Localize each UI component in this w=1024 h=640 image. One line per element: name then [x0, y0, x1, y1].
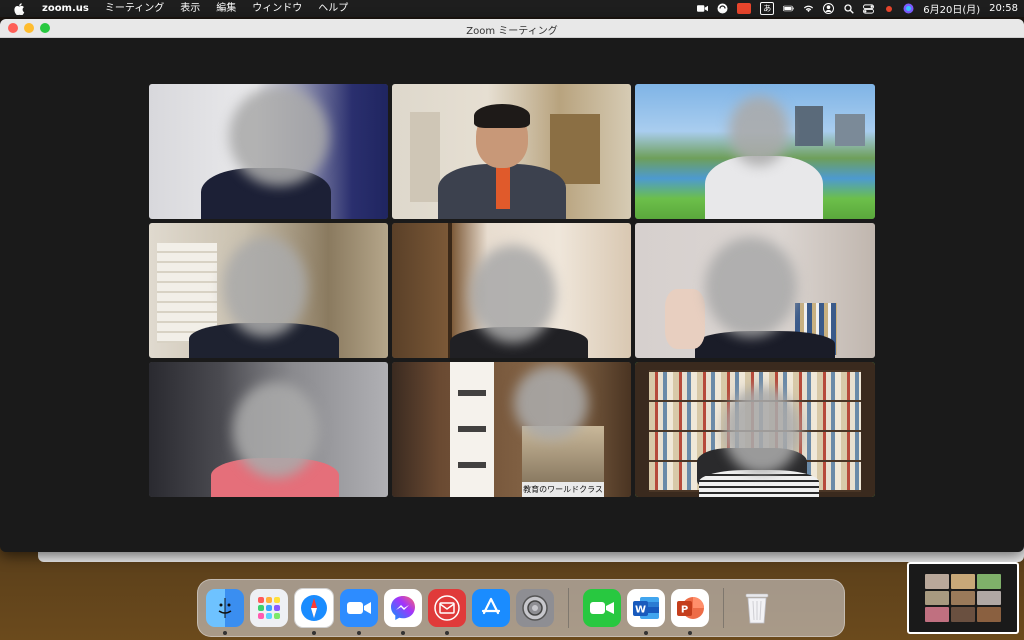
- word-icon[interactable]: W: [627, 589, 665, 635]
- dock-separator: [568, 588, 569, 628]
- input-method-icon[interactable]: あ: [760, 2, 775, 15]
- launchpad-icon[interactable]: [250, 589, 288, 627]
- zoom-icon[interactable]: [340, 589, 378, 635]
- menu-time[interactable]: 20:58: [989, 3, 1018, 14]
- svg-text:W: W: [635, 605, 646, 616]
- menu-help[interactable]: ヘルプ: [310, 0, 356, 17]
- menu-window[interactable]: ウィンドウ: [244, 0, 310, 17]
- menu-meeting[interactable]: ミーティング: [97, 0, 172, 17]
- messenger-icon[interactable]: [384, 589, 422, 635]
- screenshot-tray-icon[interactable]: [737, 3, 752, 14]
- participant-video-tile-8[interactable]: 教育のワールドクラス: [392, 362, 631, 497]
- participant-video-tile-2[interactable]: [392, 84, 631, 219]
- apple-menu-icon[interactable]: [12, 2, 26, 16]
- wifi-icon[interactable]: [803, 4, 814, 13]
- gallery-view-grid: 教育のワールドクラス: [149, 84, 875, 497]
- svg-text:P: P: [681, 605, 688, 616]
- menu-edit[interactable]: 編集: [208, 0, 244, 17]
- siri-icon[interactable]: [903, 3, 914, 14]
- zoom-video-tray-icon[interactable]: [697, 4, 709, 13]
- powerpoint-icon[interactable]: P: [671, 589, 709, 635]
- participant-video-tile-9-active-speaker[interactable]: [635, 362, 875, 497]
- window-title: Zoom ミーティング: [466, 26, 558, 37]
- participant-video-tile-4[interactable]: [149, 223, 388, 358]
- record-indicator-icon: [883, 4, 894, 13]
- mail-icon[interactable]: [428, 589, 466, 635]
- dock: W P: [197, 579, 845, 637]
- spotlight-search-icon[interactable]: [843, 3, 854, 14]
- menu-view[interactable]: 表示: [172, 0, 208, 17]
- app-store-icon[interactable]: [472, 589, 510, 627]
- zoom-meeting-window: Zoom ミーティング 教育のワールドクラス: [0, 19, 1024, 552]
- participant-video-tile-7[interactable]: [149, 362, 388, 497]
- participant-video-tile-5[interactable]: [392, 223, 631, 358]
- finder-icon[interactable]: [206, 589, 244, 635]
- system-settings-icon[interactable]: [516, 589, 554, 627]
- screenshot-thumbnail-preview[interactable]: [907, 562, 1019, 634]
- sync-tray-icon[interactable]: [717, 3, 728, 14]
- safari-icon[interactable]: [294, 588, 334, 635]
- dock-separator-2: [723, 588, 724, 628]
- menu-app-name[interactable]: zoom.us: [34, 0, 97, 17]
- battery-icon[interactable]: [783, 4, 794, 13]
- trash-icon[interactable]: [738, 589, 776, 627]
- user-account-icon[interactable]: [823, 3, 835, 14]
- participant-video-tile-6[interactable]: [635, 223, 875, 358]
- poster-caption: 教育のワールドクラス: [522, 482, 604, 497]
- participant-video-tile-1[interactable]: [149, 84, 388, 219]
- window-titlebar: Zoom ミーティング: [0, 19, 1024, 38]
- facetime-icon[interactable]: [583, 589, 621, 627]
- participant-video-tile-3[interactable]: [635, 84, 875, 219]
- menu-date[interactable]: 6月20日(月): [923, 1, 980, 16]
- control-center-icon[interactable]: [863, 3, 875, 14]
- menu-bar: zoom.us ミーティング 表示 編集 ウィンドウ ヘルプ あ 6月20日(月…: [0, 0, 1024, 17]
